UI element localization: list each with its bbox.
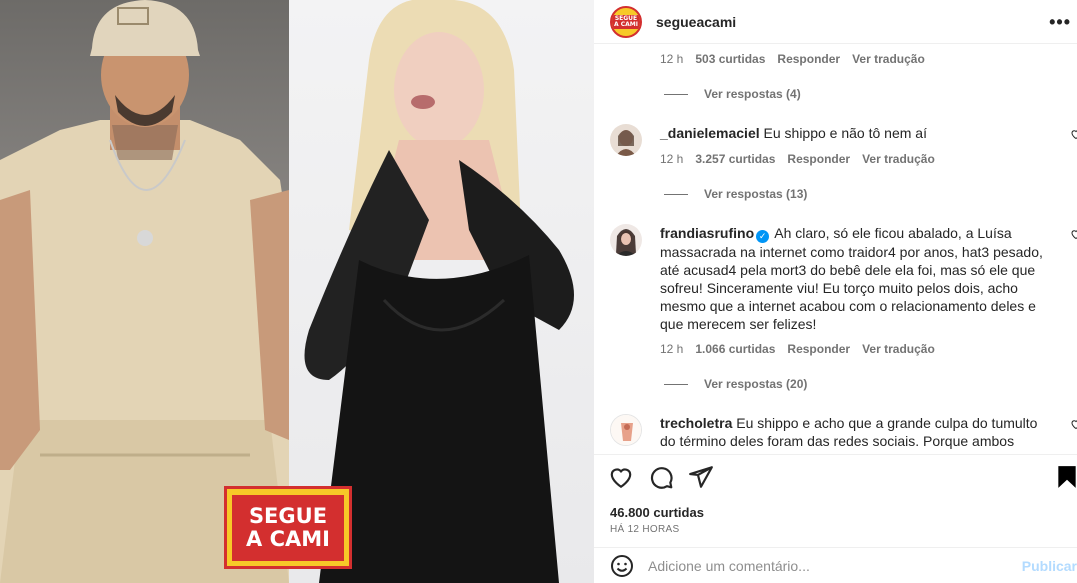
reply-button[interactable]: Responder (777, 52, 840, 66)
segue-a-cami-logo: SEGUE A CAMI (224, 486, 352, 569)
comment-meta: 12 h 503 curtidas Responder Ver tradução (660, 52, 925, 66)
comment-bubble-icon[interactable] (648, 464, 674, 490)
share-send-icon[interactable] (688, 464, 714, 490)
like-comment-heart-icon[interactable] (1070, 228, 1077, 240)
comment-item: frandiasrufino ✓ Ah claro, só ele ficou a… (610, 224, 1077, 354)
reply-button[interactable]: Responder (787, 342, 850, 356)
logo-text: SEGUE A CAMI (246, 503, 330, 551)
emoji-icon[interactable] (610, 554, 634, 578)
comment-likes[interactable]: 3.257 curtidas (695, 152, 775, 166)
post-media[interactable]: SEGUE A CAMI (0, 0, 594, 583)
comment-text: Ah claro, só ele ficou abalado, a Luísa … (660, 225, 1043, 332)
commenter-avatar[interactable] (610, 414, 642, 446)
comment-time: 12 h (660, 52, 684, 66)
more-horizontal-icon[interactable]: ••• (1049, 12, 1071, 33)
author-username[interactable]: segueacami (656, 14, 736, 30)
post-side-panel: SEGUE A CAMI segueacami ••• 12 h 503 cur… (594, 0, 1077, 583)
comment-input[interactable] (648, 557, 1008, 574)
like-heart-icon[interactable] (608, 464, 634, 490)
comment-meta: 12 h 3.257 curtidas Responder Ver traduç… (660, 152, 935, 166)
like-comment-heart-icon[interactable] (1070, 418, 1077, 430)
comment-time: 12 h (660, 342, 684, 356)
replies-divider (664, 93, 688, 95)
comment-body: _danielemaciel Eu shippo e não tô nem aí (660, 124, 1050, 142)
translate-button[interactable]: Ver tradução (852, 52, 925, 66)
comment-username[interactable]: frandiasrufino (660, 225, 754, 241)
translate-button[interactable]: Ver tradução (862, 342, 935, 356)
translate-button[interactable]: Ver tradução (862, 152, 935, 166)
author-avatar[interactable]: SEGUE A CAMI (610, 5, 642, 38)
comment-body: trecholetra Eu shippo e acho que a grand… (660, 414, 1050, 450)
save-bookmark-icon[interactable] (1054, 464, 1077, 490)
comment-meta: 12 h 1.066 curtidas Responder Ver traduç… (660, 342, 935, 356)
like-comment-heart-icon[interactable] (1070, 128, 1077, 140)
comment-likes[interactable]: 1.066 curtidas (695, 342, 775, 356)
publish-button[interactable]: Publicar (1022, 558, 1077, 574)
comment-username[interactable]: trecholetra (660, 415, 732, 431)
replies-divider (664, 193, 688, 195)
reply-button[interactable]: Responder (787, 152, 850, 166)
comment-likes[interactable]: 503 curtidas (695, 52, 765, 66)
comment-time: 12 h (660, 152, 684, 166)
author-avatar-text: SEGUE A CAMI (612, 14, 640, 29)
comment-item: trecholetra Eu shippo e acho que a grand… (610, 414, 1077, 454)
comment-username[interactable]: _danielemaciel (660, 125, 760, 141)
view-replies-button[interactable]: Ver respostas (20) (664, 377, 807, 391)
add-comment-bar: Publicar (594, 547, 1077, 583)
view-replies-button[interactable]: Ver respostas (13) (664, 187, 807, 201)
view-replies-button[interactable]: Ver respostas (4) (664, 87, 801, 101)
comments-list[interactable]: 12 h 503 curtidas Responder Ver tradução… (594, 44, 1077, 454)
view-replies-label: Ver respostas (4) (704, 87, 801, 101)
commenter-avatar[interactable] (610, 124, 642, 156)
view-replies-label: Ver respostas (20) (704, 377, 808, 391)
post-time: HÁ 12 HORAS (610, 524, 680, 535)
comment-text: Eu shippo e não tô nem aí (763, 125, 927, 141)
post-header: SEGUE A CAMI segueacami ••• (594, 0, 1077, 44)
post-actions (594, 454, 1077, 494)
commenter-avatar[interactable] (610, 224, 642, 256)
comment-body: frandiasrufino ✓ Ah claro, só ele ficou a… (660, 224, 1050, 333)
replies-divider (664, 383, 688, 385)
view-replies-label: Ver respostas (13) (704, 187, 808, 201)
likes-count[interactable]: 46.800 curtidas (610, 505, 704, 520)
verified-badge-icon: ✓ (756, 230, 770, 243)
